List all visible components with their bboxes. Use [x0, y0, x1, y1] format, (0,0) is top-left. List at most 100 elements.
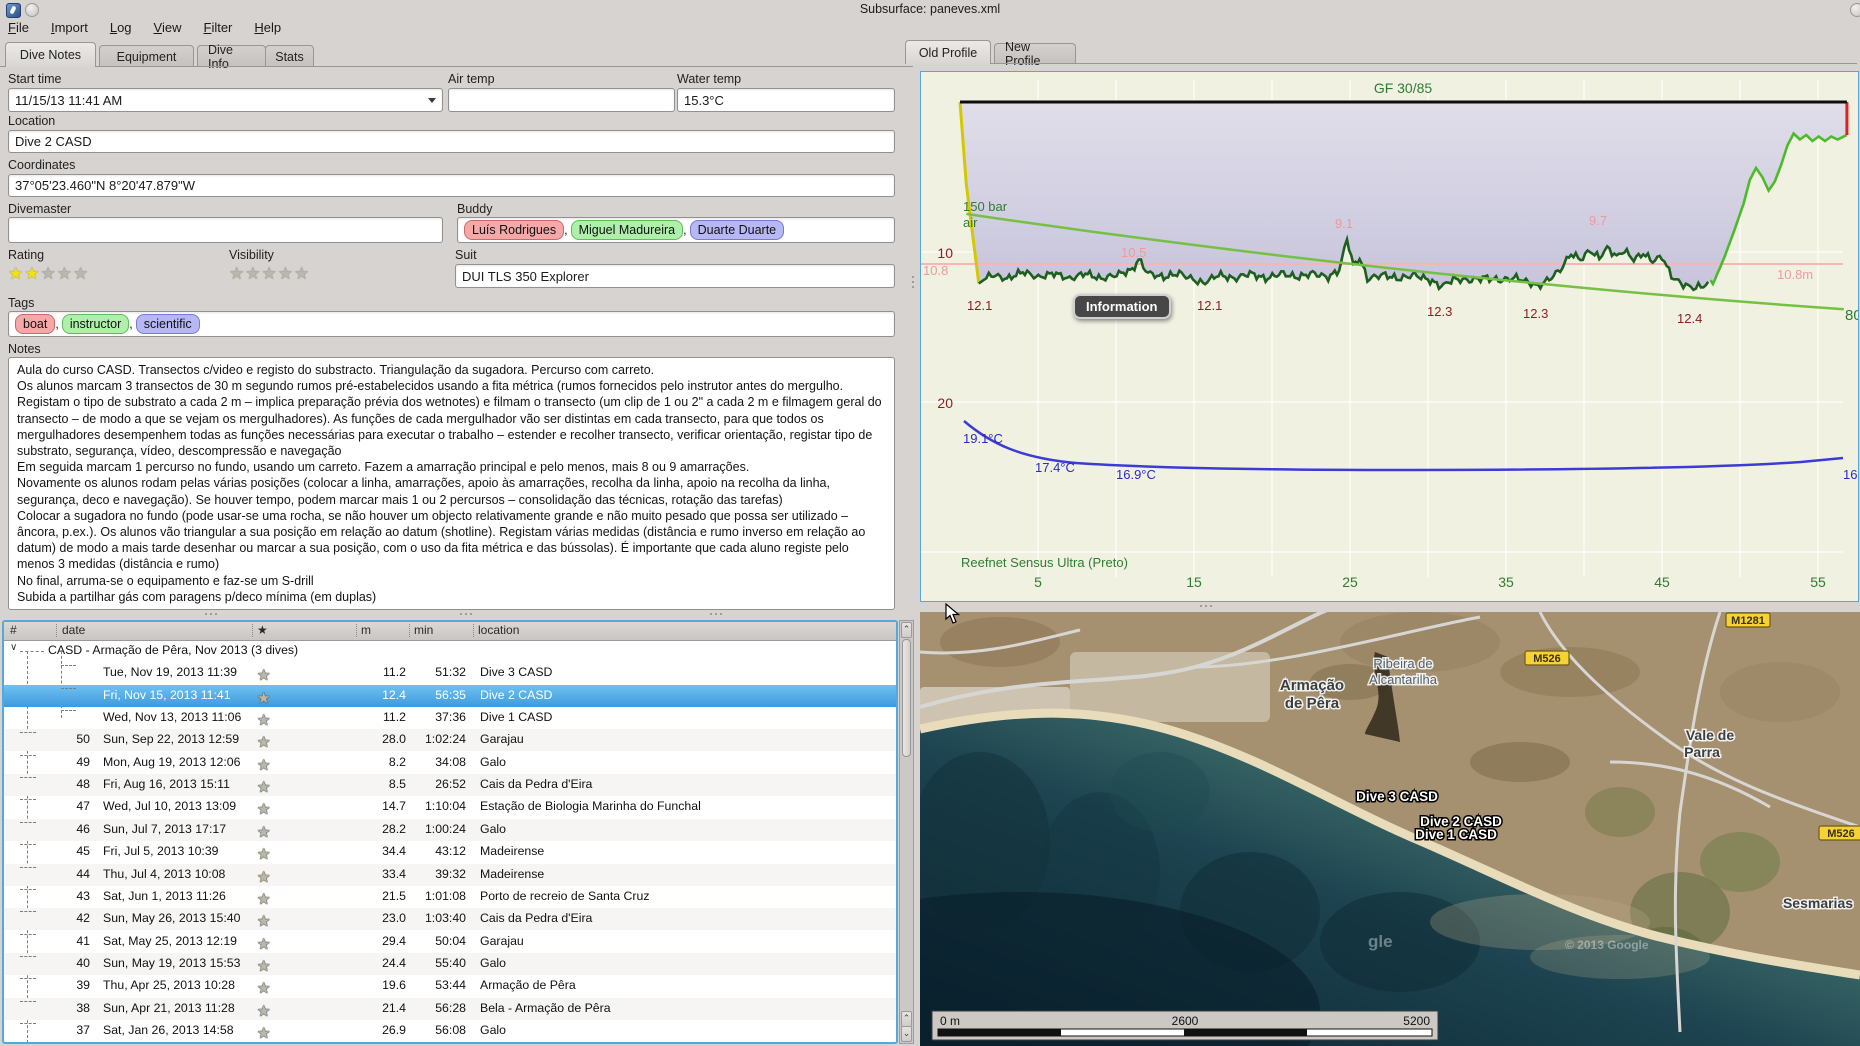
tab-new-profile[interactable]: New Profile — [994, 40, 1076, 68]
dive-site-map[interactable]: Armação de Pêra Ribeira de Alcantarilha Vale… — [920, 612, 1860, 1046]
scroll-up-button[interactable]: ⌃ — [901, 1011, 912, 1027]
dive-row-46[interactable]: 46 Sun, Jul 7, 2013 17:17 ★ ★ ★ ★ ★ 28.2 1:00:24… — [4, 818, 896, 841]
dive-row-43[interactable]: 43 Sat, Jun 1, 2013 11:26 ★ ★ ★ ★ ★ 21.5 1:01:08… — [4, 886, 896, 908]
tab-dive-notes[interactable]: Dive Notes — [5, 42, 96, 67]
dive-duration: 56:08 — [435, 1022, 466, 1037]
dive-location: Dive 3 CASD — [480, 665, 553, 680]
dive-row-48[interactable]: 48 Fri, Aug 16, 2013 15:11 ★ ★ ★ ★ ★ 8.5 26:52 Ca… — [4, 774, 896, 797]
dive-number: 38 — [76, 1000, 90, 1015]
profile-label: 35 — [1498, 574, 1514, 590]
tab-equipment[interactable]: Equipment — [99, 45, 194, 67]
location-field[interactable]: Dive 2 CASD — [8, 130, 895, 153]
dive-row-40[interactable]: 40 Sun, May 19, 2013 15:53 ★ ★ ★ ★ ★ 24.4 55:40 G… — [4, 952, 896, 975]
visibility-stars[interactable]: ★★★★★ — [229, 264, 310, 284]
subsurface-window: Subsurface: paneves.xml File Import Log Vie… — [0, 0, 1860, 1046]
dive-row-38[interactable]: 38 Sun, Apr 21, 2013 11:28 ★ ★ ★ ★ ★ 21.4 56:28 B… — [4, 997, 896, 1020]
star-icon: ★ — [73, 264, 90, 283]
menu-file[interactable]: File — [8, 20, 29, 35]
dive-row-42[interactable]: 42 Sun, May 26, 2013 15:40 ★ ★ ★ ★ ★ 23.0 1:03:4… — [4, 908, 896, 931]
tab-stats[interactable]: Stats — [265, 45, 314, 67]
star-icon: ★ — [8, 264, 25, 283]
buddy-field[interactable]: Luís Rodrigues, Miguel Madureira, Duarte D… — [457, 217, 895, 243]
tree-line — [61, 665, 76, 667]
menu-view[interactable]: View — [154, 20, 182, 35]
dive-trip-row[interactable]: ∨ CASD - Armação de Pêra, Nov 2013 (3 div… — [4, 640, 896, 662]
divemaster-field[interactable] — [8, 217, 443, 243]
splitter-handle[interactable] — [460, 613, 474, 616]
menu-log[interactable]: Log — [110, 20, 132, 35]
star-icon: ★ — [40, 264, 57, 283]
dive-number: 41 — [76, 933, 90, 948]
star-icon: ★ — [257, 868, 272, 886]
tree-line — [61, 710, 76, 712]
splitter-handle[interactable] — [710, 613, 724, 616]
notes-textarea[interactable]: Aula do curso CASD. Transectos c/video e… — [8, 357, 895, 610]
dive-row-dive-2-casd[interactable]: Fri, Nov 15, 2013 11:41 ★ ★ ★ ★ ★ 12.4 56:35 Div… — [4, 684, 896, 707]
tab-old-profile[interactable]: Old Profile — [905, 40, 991, 64]
splitter-handle[interactable] — [912, 276, 915, 290]
splitter-handle[interactable] — [1200, 605, 1214, 608]
star-icon: ★ — [257, 823, 272, 841]
dive-row-37[interactable]: 37 Sat, Jan 26, 2013 14:58 ★ ★ ★ ★ ★ 26.9 56:08 G… — [4, 1020, 896, 1042]
dive-location: Galo — [480, 754, 506, 769]
dive-site-marker[interactable]: Dive 3 CASD — [1355, 788, 1440, 806]
dive-number: 42 — [76, 911, 90, 926]
dive-number: 48 — [76, 777, 90, 792]
dive-date: Sun, Apr 21, 2013 11:28 — [103, 1000, 235, 1015]
water-temp-field[interactable]: 15.3°C — [677, 88, 895, 112]
profile-label: 12.1 — [1197, 298, 1222, 313]
pill-duarte-duarte[interactable]: Duarte Duarte — [689, 220, 785, 240]
pill-instructor[interactable]: instructor — [61, 314, 130, 334]
profile-label: 10.8 — [923, 263, 948, 278]
rating-stars[interactable]: ★★★★★ — [8, 264, 89, 284]
dive-depth: 26.9 — [382, 1022, 406, 1037]
menu-filter[interactable]: Filter — [203, 20, 232, 35]
map-place-label: Alcantarilha — [1369, 672, 1438, 687]
scroll-up-button[interactable]: ⌃ — [901, 622, 912, 638]
dive-row-45[interactable]: 45 Fri, Jul 5, 2013 10:39 ★ ★ ★ ★ ★ 34.4 43:12 Ma… — [4, 841, 896, 863]
information-tooltip[interactable]: Information — [1073, 294, 1171, 319]
dive-list-scrollbar[interactable]: ⌃ ⌃ ⌄ — [899, 620, 914, 1044]
star-icon: ★ — [257, 712, 272, 730]
map-place-label: Ribeira de — [1373, 656, 1432, 671]
chevron-down-icon — [428, 98, 436, 103]
tab-dive-info[interactable]: Dive Info — [197, 43, 266, 71]
pill-miguel-madureira[interactable]: Miguel Madureira — [570, 220, 684, 240]
scrollbar-thumb[interactable] — [902, 639, 911, 757]
menu-help[interactable]: Help — [254, 20, 281, 35]
profile-label: 12.4 — [1677, 311, 1702, 326]
dive-duration: 55:40 — [435, 955, 466, 970]
scale-start: 0 m — [940, 1014, 960, 1028]
coordinates-field[interactable]: 37°05'23.460"N 8°20'47.879"W — [8, 174, 895, 197]
menu-import[interactable]: Import — [51, 20, 88, 35]
dive-row-47[interactable]: 47 Wed, Jul 10, 2013 13:09 ★ ★ ★ ★ ★ 14.7 1:10:0… — [4, 796, 896, 818]
air-temp-field[interactable] — [448, 88, 675, 112]
rating-label: Rating — [8, 248, 45, 262]
dive-date: Fri, Nov 15, 2013 11:41 — [103, 687, 231, 702]
dive-profile-panel: GF 30/85 150 bar air 80 10 20 10.8 10.5 9.1 9.7 10… — [920, 71, 1860, 602]
scale-end: 5200 — [1403, 1014, 1430, 1028]
dive-row-dive-1-casd[interactable]: Wed, Nov 13, 2013 11:06 ★ ★ ★ ★ ★ 11.2 37:36 Div… — [4, 707, 896, 729]
dive-row-dive-3-casd[interactable]: Tue, Nov 19, 2013 11:39 ★ ★ ★ ★ ★ 11.2 51:32 Div… — [4, 662, 896, 684]
scroll-down-button[interactable]: ⌄ — [901, 1026, 912, 1042]
dive-row-44[interactable]: 44 Thu, Jul 4, 2013 10:08 ★ ★ ★ ★ ★ 33.4 39:32 Ma… — [4, 863, 896, 886]
dive-row-39[interactable]: 39 Thu, Apr 25, 2013 10:28 ★ ★ ★ ★ ★ 19.6 53:44 A… — [4, 975, 896, 997]
dive-site-marker[interactable]: Dive 1 CASD — [1414, 826, 1499, 844]
dive-row-41[interactable]: 41 Sat, May 25, 2013 12:19 ★ ★ ★ ★ ★ 29.4 50:04 G… — [4, 931, 896, 953]
pill-boat[interactable]: boat — [15, 314, 56, 334]
pill-luís-rodrigues[interactable]: Luís Rodrigues — [464, 220, 565, 240]
divemaster-label: Divemaster — [8, 202, 72, 216]
splitter-handle[interactable] — [205, 613, 219, 616]
dive-duration: 1:10:04 — [424, 799, 466, 814]
dive-row-50[interactable]: 50 Sun, Sep 22, 2013 12:59 ★ ★ ★ ★ ★ 28.0 1:02:2… — [4, 729, 896, 752]
pill-scientific[interactable]: scientific — [135, 314, 200, 334]
start-time-combobox[interactable]: 11/15/13 11:41 AM — [8, 88, 443, 112]
star-icon: ★ — [257, 980, 272, 998]
tree-line — [20, 651, 44, 652]
expander-icon[interactable]: ∨ — [10, 642, 17, 653]
tags-field[interactable]: boat, instructor, scientific — [8, 311, 895, 337]
visibility-label: Visibility — [229, 248, 274, 262]
dive-row-49[interactable]: 49 Mon, Aug 19, 2013 12:06 ★ ★ ★ ★ ★ 8.2 34:08 Ga… — [4, 752, 896, 774]
dive-row-36[interactable]: 36Sun, Jan 20, 2013 12:33★★★★★21.758:36C… — [4, 1042, 896, 1044]
suit-field[interactable]: DUI TLS 350 Explorer — [455, 264, 895, 288]
